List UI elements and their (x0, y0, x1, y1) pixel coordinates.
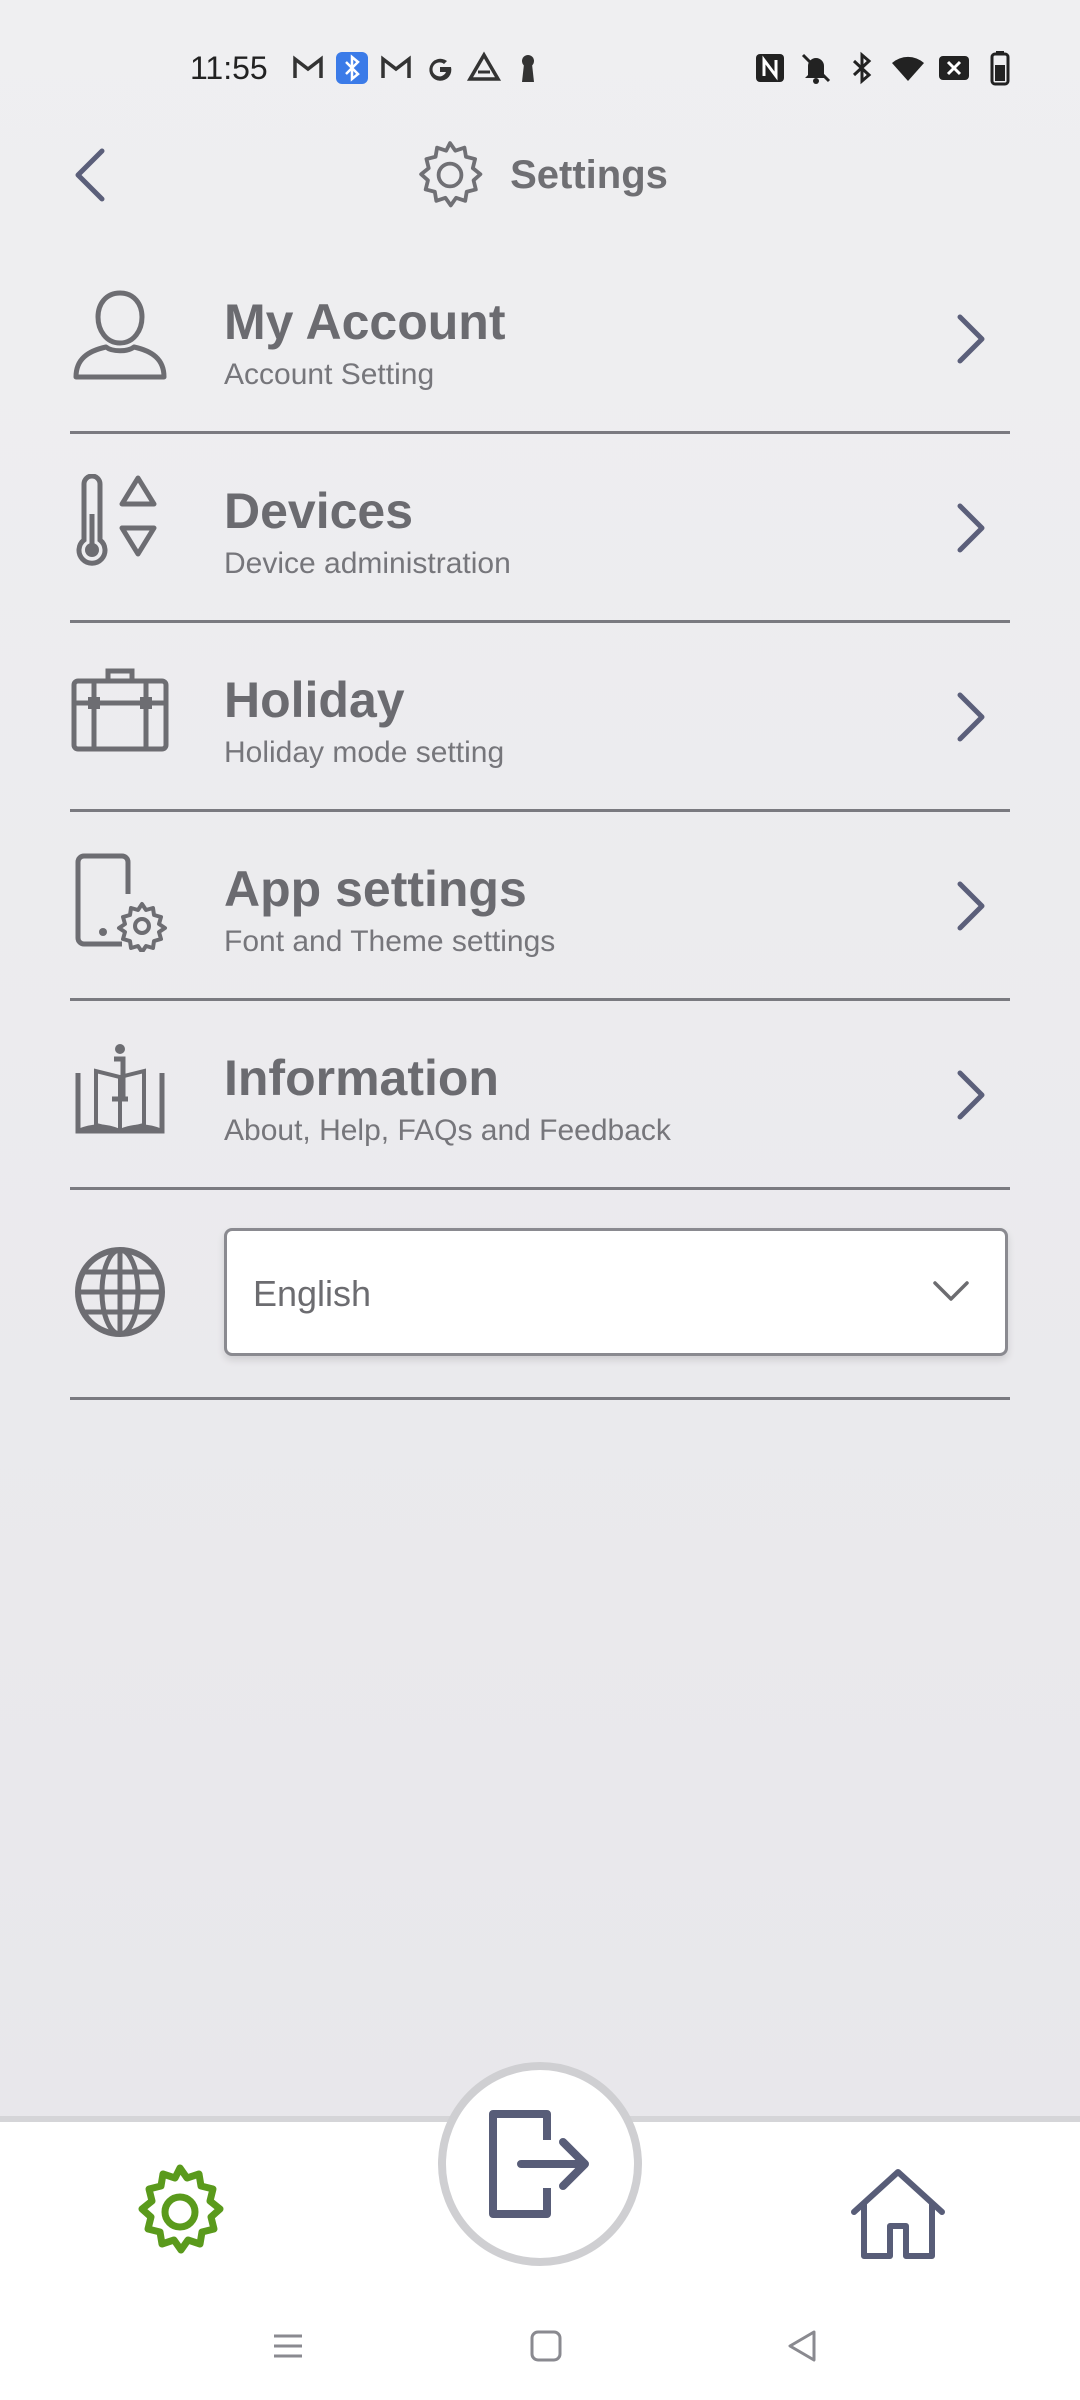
thermostat-icon (76, 474, 157, 566)
system-status-icons (752, 50, 1018, 86)
triangle-back-icon (788, 2330, 816, 2362)
status-bar: 11:55 (0, 0, 1080, 130)
chevron-right-icon (957, 503, 985, 553)
menu-item-holiday[interactable]: Holiday Holiday mode setting (70, 623, 1010, 812)
bluetooth-notification-icon (336, 52, 368, 84)
bell-muted-icon (801, 53, 831, 84)
settings-menu: My Account Account Setting Devices Devic… (0, 245, 1080, 1400)
square-icon (530, 2330, 562, 2362)
notification-icons (290, 50, 546, 86)
menu-item-subtitle: Account Setting (224, 358, 435, 391)
suitcase-icon (71, 668, 169, 752)
info-book-icon (75, 1044, 165, 1134)
drive-icon (466, 51, 502, 81)
menu-item-my-account[interactable]: My Account Account Setting (70, 245, 1010, 434)
menu-item-title: Devices (224, 483, 414, 539)
wifi-icon (892, 56, 924, 81)
menu-item-devices[interactable]: Devices Device administration (70, 434, 1010, 623)
menu-icon (274, 2334, 302, 2358)
chevron-right-icon (957, 1070, 985, 1120)
language-row: English (70, 1190, 1010, 1400)
chevron-right-icon (957, 881, 985, 931)
battery-icon (990, 51, 1010, 86)
menu-item-subtitle: Font and Theme settings (224, 925, 556, 958)
menu-item-information[interactable]: Information About, Help, FAQs and Feedba… (70, 1001, 1010, 1190)
logout-button[interactable] (438, 2062, 642, 2266)
gear-icon (419, 141, 483, 208)
menu-item-title: App settings (224, 861, 527, 917)
globe-icon (75, 1247, 165, 1337)
logout-icon (489, 2110, 589, 2218)
menu-item-app-settings[interactable]: App settings Font and Theme settings (70, 812, 1010, 1001)
recent-apps-button[interactable] (258, 2316, 318, 2376)
menu-item-subtitle: Device administration (224, 547, 511, 580)
gmail-icon (381, 55, 411, 78)
language-selected-value: English (253, 1273, 372, 1314)
system-navigation-bar (0, 2316, 1080, 2376)
bluetooth-icon (852, 51, 872, 85)
chevron-right-icon (957, 692, 985, 742)
user-icon (73, 290, 167, 380)
page-title: Settings (510, 152, 668, 197)
chevron-right-icon (957, 314, 985, 364)
menu-item-title: Information (224, 1050, 499, 1106)
header-title-group: Settings (0, 130, 1080, 220)
menu-item-title: Holiday (224, 672, 405, 728)
keyhole-icon (522, 55, 534, 82)
gmail-icon (293, 55, 323, 78)
home-icon[interactable] (848, 2164, 948, 2264)
back-system-button[interactable] (772, 2316, 832, 2376)
menu-item-subtitle: Holiday mode setting (224, 736, 505, 769)
status-time: 11:55 (190, 50, 268, 86)
menu-item-subtitle: About, Help, FAQs and Feedback (224, 1114, 671, 1147)
phone-gear-icon (75, 853, 167, 952)
chevron-down-icon (933, 1281, 969, 1301)
home-system-button[interactable] (516, 2316, 576, 2376)
gear-icon[interactable] (130, 2162, 230, 2262)
language-select[interactable]: English (224, 1228, 1008, 1356)
google-icon (429, 58, 452, 81)
app-header: Settings (0, 130, 1080, 220)
nfc-icon (756, 54, 784, 82)
no-sim-icon (939, 56, 969, 80)
menu-item-title: My Account (224, 294, 506, 350)
